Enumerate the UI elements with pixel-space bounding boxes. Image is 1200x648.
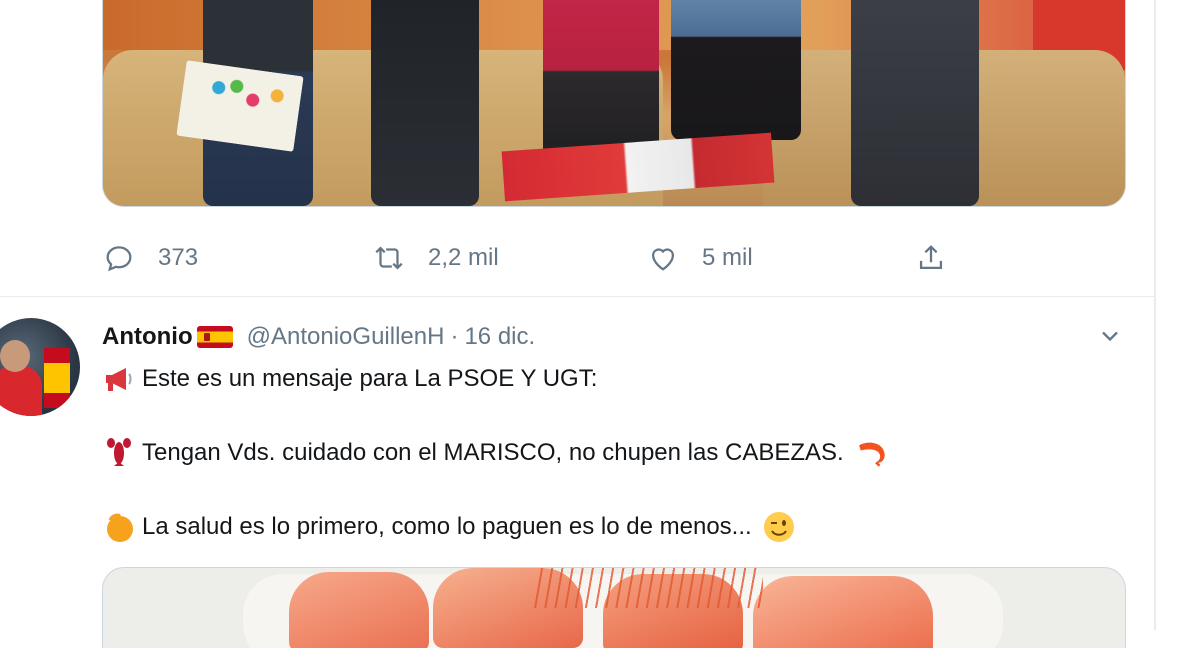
image-shrimp: [753, 576, 933, 648]
megaphone-emoji: [102, 362, 136, 396]
tweet-text: Tengan Vds. cuidado con el MARISCO, no c…: [142, 439, 844, 466]
lobster-emoji: [102, 436, 136, 470]
tweet-text-line: Este es un mensaje para La PSOE Y UGT:: [102, 362, 597, 396]
display-name[interactable]: Antonio: [102, 323, 193, 351]
tweet-image-group-photo[interactable]: [102, 0, 1126, 207]
tweet-actions-bar: 373 2,2 mil 5 mil: [102, 236, 962, 280]
tweet-text: Este es un mensaje para La PSOE Y UGT:: [142, 365, 598, 392]
user-handle[interactable]: @AntonioGuillenH: [247, 323, 445, 351]
spain-flag-emoji: [196, 326, 233, 348]
retweet-arrows-icon: [375, 246, 403, 270]
avatar-flag: [44, 348, 70, 408]
reply-count: 373: [158, 244, 199, 271]
share-upload-icon: [919, 245, 943, 270]
share-button[interactable]: [914, 236, 948, 280]
timeline-border: [1154, 0, 1156, 630]
retweet-count: 2,2 mil: [428, 244, 499, 271]
tweet-image-seafood[interactable]: [102, 567, 1126, 648]
avatar-head: [0, 340, 30, 372]
avatar-shirt: [0, 366, 42, 416]
speech-bubble-icon: [106, 246, 132, 272]
heart-icon: [651, 248, 675, 271]
avatar[interactable]: [0, 318, 80, 416]
shrimp-emoji: [854, 436, 888, 470]
tweet-timestamp[interactable]: 16 dic.: [464, 323, 535, 351]
reply-button[interactable]: 373: [102, 236, 198, 280]
tweet-text-line: Tengan Vds. cuidado con el MARISCO, no c…: [102, 436, 888, 470]
image-document: [176, 60, 304, 152]
image-shrimp-legs: [533, 568, 763, 608]
retweet-button[interactable]: 2,2 mil: [372, 236, 499, 280]
winking-face-emoji: [762, 510, 796, 544]
tweet-header: Antonio @AntonioGuillenH · 16 dic.: [102, 320, 535, 354]
orange-circle-emoji: [102, 510, 136, 544]
tweet-divider: [0, 296, 1154, 297]
like-button[interactable]: 5 mil: [646, 236, 753, 280]
tweet-text: La salud es lo primero, como lo paguen e…: [142, 513, 752, 540]
separator-dot: ·: [450, 323, 459, 350]
image-person: [671, 0, 801, 140]
image-person: [851, 0, 979, 206]
chevron-down-icon[interactable]: [1096, 322, 1124, 350]
tweet-text-line: La salud es lo primero, como lo paguen e…: [102, 510, 796, 544]
like-count: 5 mil: [702, 244, 753, 271]
image-shrimp: [289, 572, 429, 648]
image-person: [371, 0, 479, 206]
